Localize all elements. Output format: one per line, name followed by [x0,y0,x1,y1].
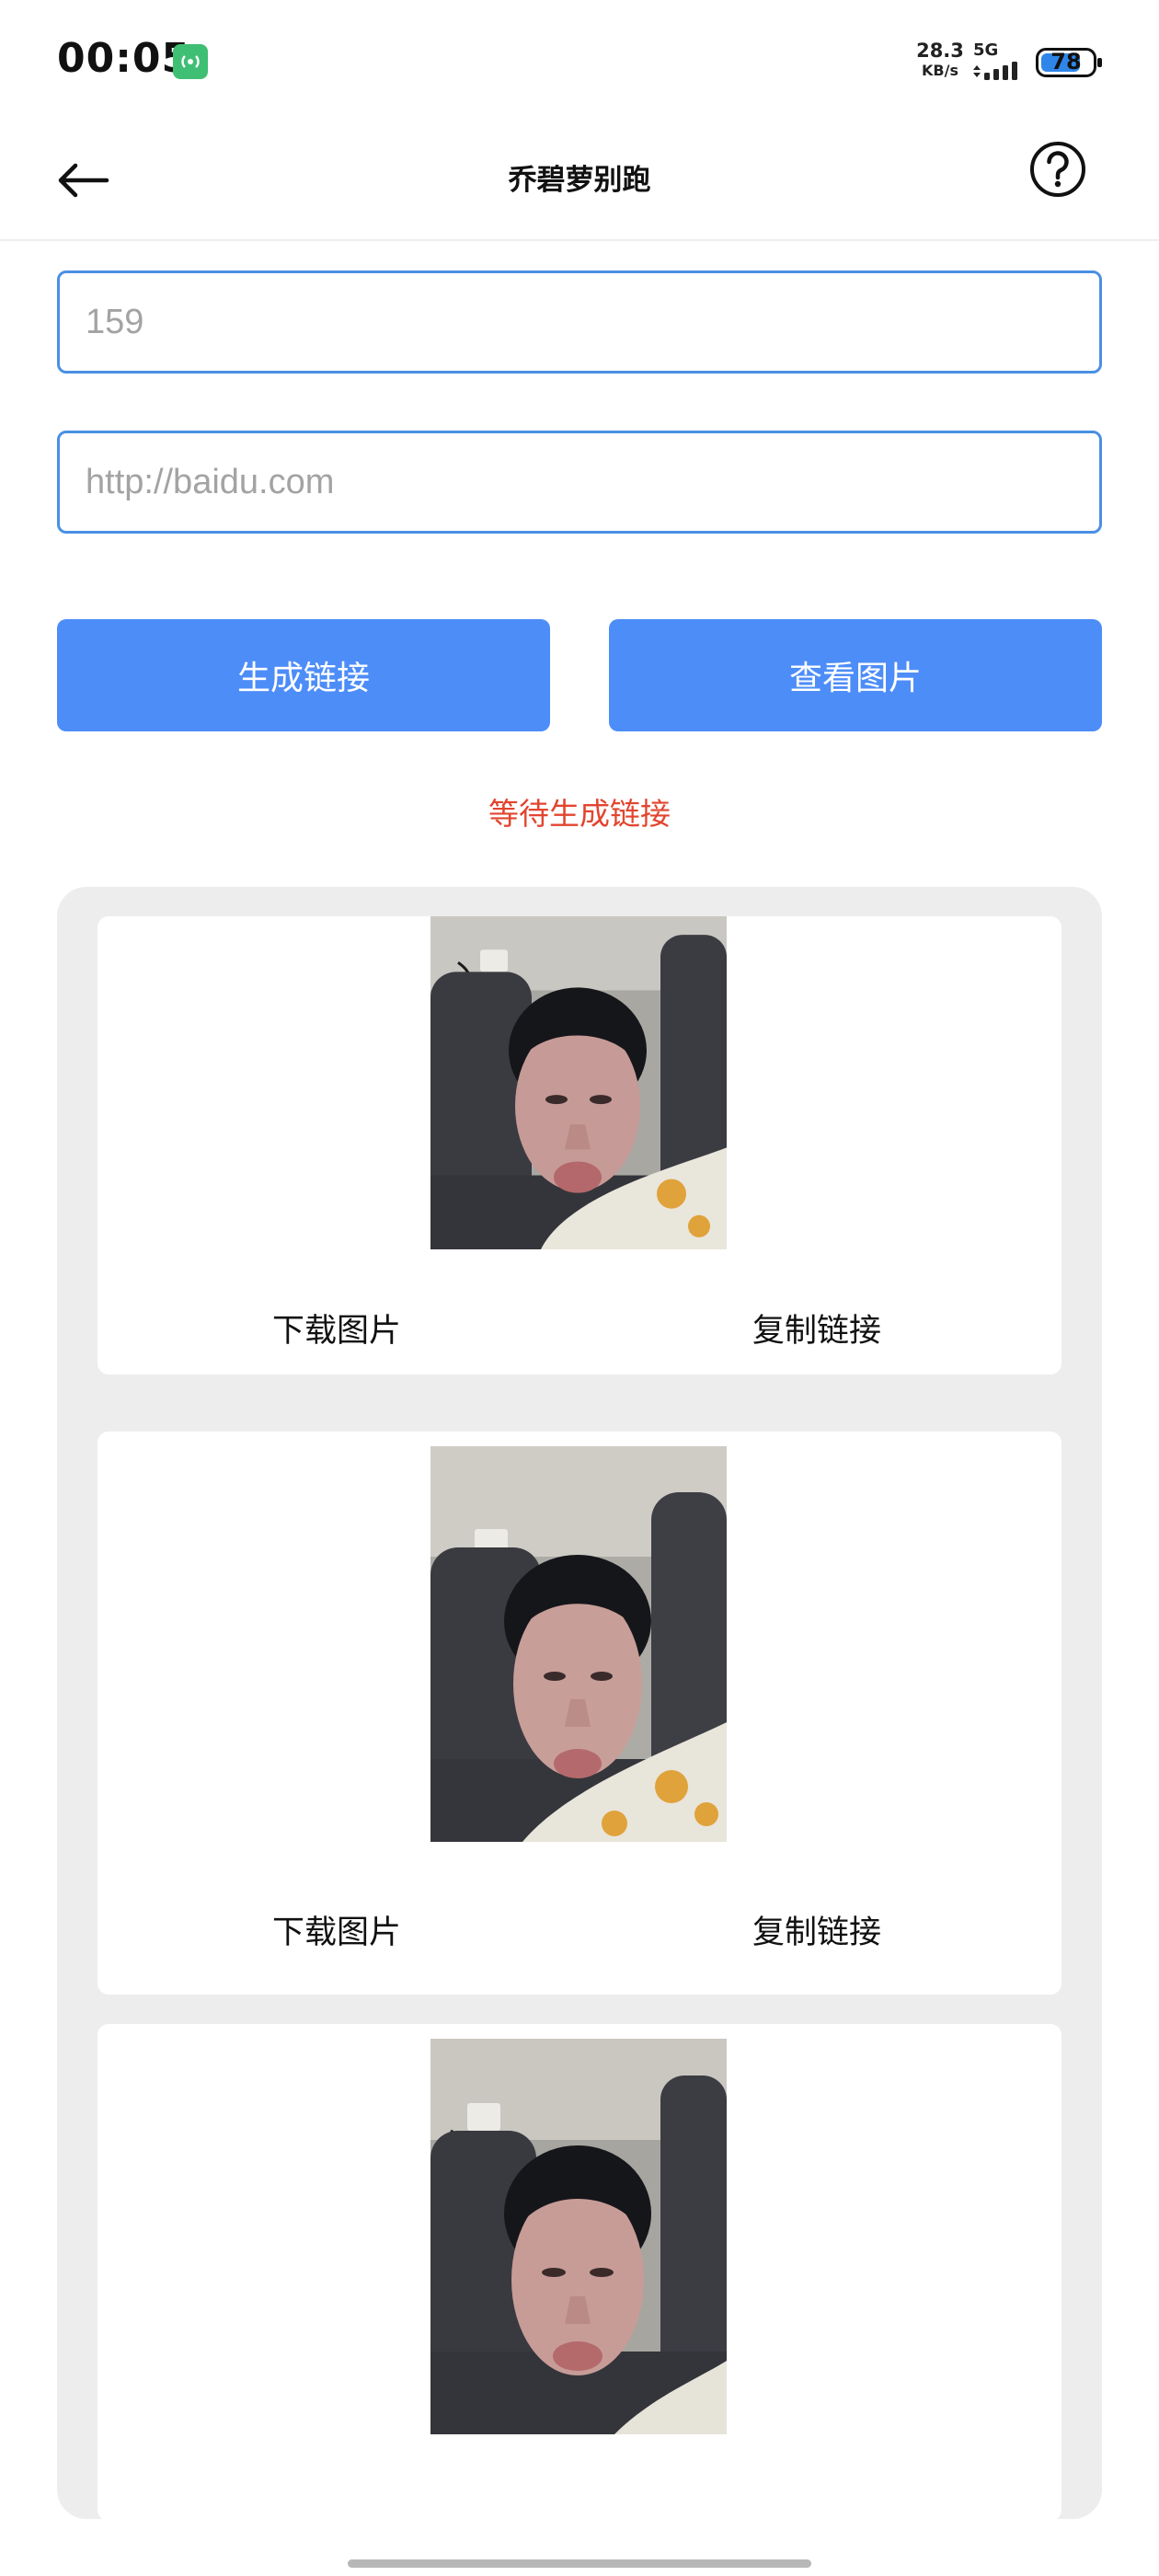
battery-icon: 78 [1036,48,1102,77]
captured-photo [430,1446,727,1842]
copy-link-button[interactable]: 复制链接 [752,1906,881,1953]
phone-input[interactable] [57,270,1102,374]
download-image-button[interactable]: 下载图片 [272,1305,401,1351]
network-speed-unit: KB/s [922,62,958,79]
image-gallery[interactable]: 下载图片 复制链接 下载图片 复制链接 [57,887,1102,2519]
battery-nub [1097,58,1102,67]
battery-level: 78 [1050,49,1082,75]
captured-photo [430,2039,727,2434]
card-actions: 下载图片 复制链接 [98,1906,1061,1961]
network-speed-value: 28.3 [916,40,964,62]
url-input[interactable] [57,431,1102,534]
captured-photo [430,916,727,1249]
download-image-button[interactable]: 下载图片 [272,1906,401,1953]
home-indicator[interactable] [348,2559,811,2568]
copy-link-button[interactable]: 复制链接 [752,1305,881,1351]
image-card: 下载图片 复制链接 [98,1432,1061,1995]
help-icon [1030,142,1085,197]
help-button[interactable] [1028,140,1087,199]
view-images-button[interactable]: 查看图片 [609,619,1102,731]
network-speed: 28.3 KB/s [916,40,964,81]
app-bar: 乔碧萝别跑 [0,120,1159,241]
signal-icon [973,62,1017,80]
image-card: 下载图片 复制链接 [98,916,1061,1374]
card-actions: 下载图片 复制链接 [98,1305,1061,1360]
network-type: 5G [973,40,999,60]
status-bar: 00:05 28.3 KB/s 5G 78 [0,0,1159,120]
hotspot-icon [173,44,208,79]
status-message: 等待生成链接 [488,796,671,832]
status-time: 00:05 [57,35,191,82]
page-title: 乔碧萝别跑 [508,164,651,197]
generate-link-button[interactable]: 生成链接 [57,619,550,731]
image-card [98,2024,1061,2519]
